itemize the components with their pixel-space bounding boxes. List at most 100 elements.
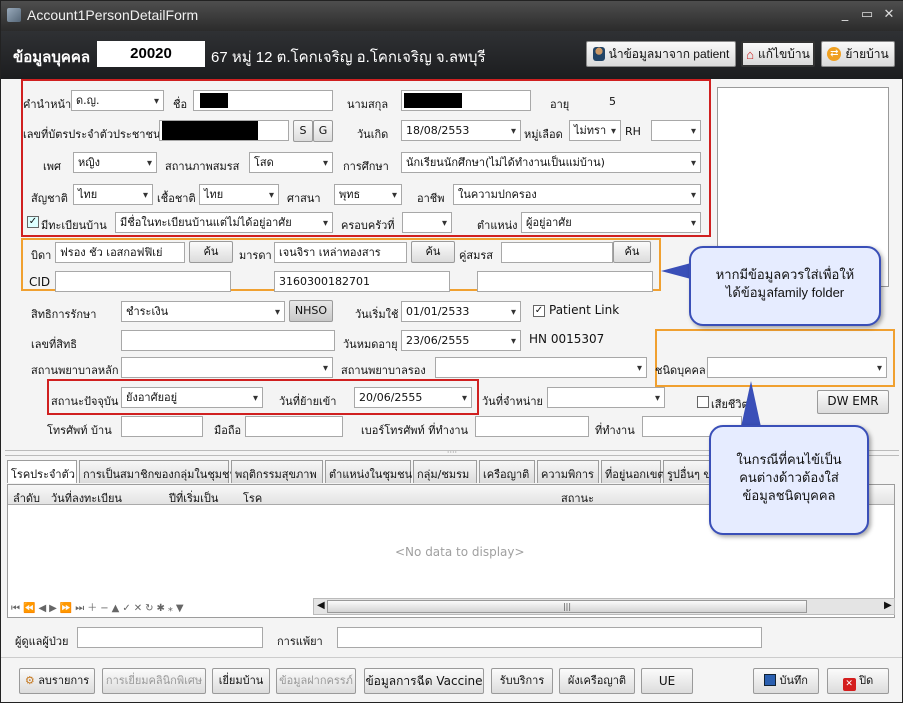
caregiver-field[interactable] — [77, 627, 263, 648]
tab-4[interactable]: กลุ่ม/ชมรม — [413, 460, 477, 483]
sex-label: เพศ — [43, 160, 61, 173]
current-status-select[interactable]: ยังอาศัยอยู่ — [121, 387, 263, 408]
education-label: การศึกษา — [343, 160, 389, 173]
work-phone-field[interactable] — [475, 416, 589, 437]
section-title: ข้อมูลบุคคล — [13, 49, 91, 66]
spouse-cid-field[interactable] — [477, 271, 653, 292]
tab-2[interactable]: พฤติกรรมสุขภาพ — [231, 460, 323, 483]
tab-6[interactable]: ความพิการ — [537, 460, 599, 483]
mother-name-field[interactable]: เจนจิรา เหล่าทองสาร — [274, 242, 407, 263]
close-icon[interactable]: ✕ — [881, 7, 897, 23]
col-status[interactable]: สถานะ — [561, 489, 594, 507]
first-name-label: ชื่อ — [173, 98, 188, 111]
search-father-button[interactable]: ค้น — [189, 241, 233, 263]
nationality-label: สัญชาติ — [31, 192, 68, 205]
delete-item-button[interactable]: ⚙ ลบรายการ — [19, 668, 95, 694]
maximize-icon[interactable]: ▭ — [859, 7, 875, 23]
minimize-icon[interactable]: _ — [837, 7, 853, 23]
right-no-field[interactable] — [121, 330, 335, 351]
tab-bar: โรคประจำตัว การเป็นสมาชิกของกลุ่มในชุมชนพ… — [7, 460, 713, 484]
scroll-thumb[interactable]: ||| — [327, 600, 807, 613]
grid-navigator[interactable]: ⏮⏪◀▶⏩⏭＋−▲✓✕↻✱⁎▼ — [11, 599, 187, 614]
prenatal-button[interactable]: ข้อมูลฝากครรภ์ — [276, 668, 356, 694]
tab-7[interactable]: ที่อยู่นอกเขต — [601, 460, 665, 483]
family-tree-button[interactable]: ผังเครือญาติ — [559, 668, 635, 694]
close-button[interactable]: ✕ ปิด — [827, 668, 889, 694]
home-phone-field[interactable] — [121, 416, 203, 437]
education-select[interactable]: นักเรียนนักศึกษา(ไม่ได้ทำงานเป็นแม่บ้าน) — [401, 152, 701, 173]
rh-select[interactable] — [651, 120, 701, 141]
age-value: 5 — [609, 95, 616, 108]
patient-link-checkbox[interactable]: ✓ — [533, 305, 545, 317]
marital-status-select[interactable]: โสด — [249, 152, 333, 173]
nationality-select[interactable]: ไทย — [73, 184, 153, 205]
import-patient-button[interactable]: นำข้อมูลมาจาก patient — [586, 41, 736, 67]
move-in-date-picker[interactable]: 20/06/2555 — [354, 387, 472, 408]
mother-cid-field[interactable]: 3160300182701 — [274, 271, 450, 292]
treatment-right-select[interactable]: ชำระเงิน — [121, 301, 285, 322]
expire-date-label: วันหมดอายุ — [343, 338, 398, 351]
discharge-date-picker[interactable] — [547, 387, 665, 408]
tab-3[interactable]: ตำแหน่งในชุมชน — [325, 460, 412, 483]
father-cid-field[interactable] — [55, 271, 231, 292]
father-name-field[interactable]: ฟรอง ชัว เอสกอฟฟิเย่ — [55, 242, 185, 263]
house-registration-checkbox[interactable]: ✓ — [27, 216, 39, 228]
spouse-label: คู่สมรส — [459, 249, 493, 262]
house-registration-select[interactable]: มีชื่อในทะเบียนบ้านแต่ไม่ได้อยู่อาศัย — [115, 212, 333, 233]
race-label: เชื้อชาติ — [157, 192, 196, 205]
title-bar: Account1PersonDetailForm _ ▭ ✕ — [1, 1, 903, 31]
mother-label: มารดา — [239, 249, 272, 262]
race-select[interactable]: ไทย — [199, 184, 279, 205]
save-button[interactable]: บันทึก — [753, 668, 819, 694]
scroll-right-icon[interactable]: ▶ — [884, 600, 892, 611]
rh-label: RH — [625, 125, 641, 138]
birth-date-picker[interactable]: 18/08/2553 — [401, 120, 521, 141]
sub-hospital-select[interactable] — [435, 357, 647, 378]
start-date-picker[interactable]: 01/01/2533 — [401, 301, 521, 322]
home-visit-button[interactable]: เยี่ยมบ้าน — [212, 668, 270, 694]
tab-1[interactable]: การเป็นสมาชิกของกลุ่มในชุมชน — [79, 460, 237, 483]
religion-select[interactable]: พุทธ — [334, 184, 402, 205]
position-select[interactable]: ผู้อยู่อาศัย — [521, 212, 701, 233]
col-start-year[interactable]: ปีที่เริ่มเป็น — [169, 489, 218, 507]
last-name-label: นามสกุล — [347, 98, 389, 111]
last-name-field[interactable] — [401, 90, 531, 111]
ue-button[interactable]: UE — [641, 668, 693, 694]
marital-status-label: สถานภาพสมรส — [165, 160, 240, 173]
sex-select[interactable]: หญิง — [73, 152, 157, 173]
edit-house-button[interactable]: ⌂ แก้ไขบ้าน — [741, 41, 815, 67]
spouse-name-field[interactable] — [501, 242, 613, 263]
vaccine-button[interactable]: ข้อมูลการฉีด Vaccine — [364, 668, 484, 694]
g-button[interactable]: G — [313, 120, 333, 142]
nhso-button[interactable]: NHSO — [289, 300, 333, 322]
tab-5[interactable]: เครือญาติ — [479, 460, 535, 483]
blood-group-select[interactable]: ไม่ทรา — [569, 120, 621, 141]
scroll-left-icon[interactable]: ◀ — [317, 600, 325, 611]
main-hospital-select[interactable] — [121, 357, 333, 378]
col-register-date[interactable]: วันที่ลงทะเบียน — [51, 489, 122, 507]
person-type-select[interactable] — [707, 357, 887, 378]
col-order[interactable]: ลำดับ — [13, 489, 40, 507]
move-house-button[interactable]: ⇄ ย้ายบ้าน — [821, 41, 895, 67]
search-spouse-button[interactable]: ค้น — [613, 241, 651, 263]
home-phone-label: โทรศัพท์ บ้าน — [47, 424, 112, 437]
special-clinic-visit-button[interactable]: การเยี่ยมคลินิกพิเศษ — [102, 668, 206, 694]
allergy-field[interactable] — [337, 627, 762, 648]
expire-date-picker[interactable]: 23/06/2555 — [401, 330, 521, 351]
search-mother-button[interactable]: ค้น — [411, 241, 455, 263]
cid-label-family: CID — [29, 275, 51, 289]
prefix-select[interactable]: ด.ญ. — [71, 90, 164, 111]
house-icon: ⌂ — [746, 46, 755, 62]
col-disease[interactable]: โรค — [243, 489, 262, 507]
service-button[interactable]: รับบริการ — [491, 668, 553, 694]
mobile-field[interactable] — [245, 416, 343, 437]
dw-emr-button[interactable]: DW EMR — [817, 390, 889, 414]
cid-field[interactable] — [159, 120, 289, 141]
deceased-checkbox[interactable] — [697, 396, 709, 408]
occupation-select[interactable]: ในความปกครอง — [453, 184, 701, 205]
first-name-field[interactable] — [193, 90, 333, 111]
s-button[interactable]: S — [293, 120, 313, 142]
family-no-select[interactable] — [402, 212, 452, 233]
tab-0[interactable]: โรคประจำตัว — [7, 460, 77, 483]
tab-8[interactable]: รูปอื่นๆ ของ — [663, 460, 713, 483]
